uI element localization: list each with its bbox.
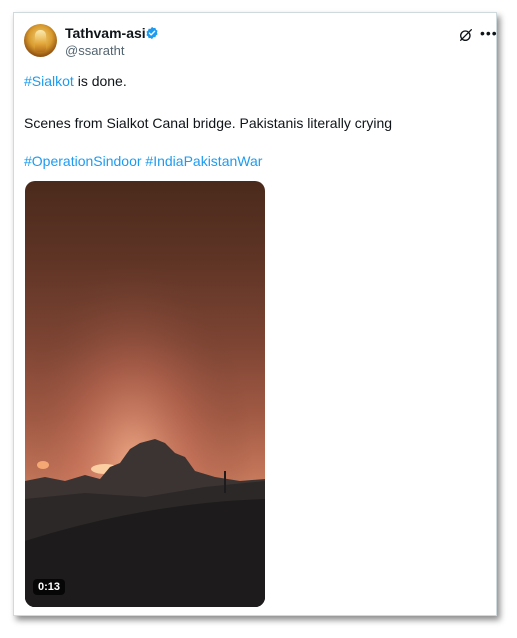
more-options-icon[interactable]: ••• — [480, 26, 497, 42]
avatar[interactable] — [24, 24, 57, 57]
fire-light — [37, 461, 49, 469]
video-frame — [25, 181, 265, 607]
grok-icon[interactable] — [458, 27, 474, 43]
hashtag-link[interactable]: #Sialkot — [24, 73, 74, 89]
tweet-hashtags-line: #OperationSindoor #IndiaPakistanWar — [24, 153, 262, 169]
screenshot-page: Tathvam-asi @ssaratht ••• #Sialkot is do… — [0, 0, 517, 638]
tweet-card: Tathvam-asi @ssaratht ••• #Sialkot is do… — [13, 12, 497, 616]
verified-badge-icon — [146, 26, 158, 40]
author-display-name[interactable]: Tathvam-asi — [65, 25, 146, 41]
avatar-figure — [35, 30, 46, 52]
tweet-text-segment: is done. — [73, 73, 127, 89]
video-duration-badge: 0:13 — [33, 579, 66, 595]
tweet-text-line-2: Scenes from Sialkot Canal bridge. Pakist… — [24, 115, 393, 131]
hashtag-link[interactable]: #OperationSindoor — [24, 153, 142, 169]
video-player[interactable]: 0:13 — [25, 181, 265, 607]
author-handle[interactable]: @ssaratht — [65, 43, 124, 58]
hashtag-link[interactable]: #IndiaPakistanWar — [145, 153, 262, 169]
tweet-text-line-1: #Sialkot is done. — [24, 73, 127, 89]
